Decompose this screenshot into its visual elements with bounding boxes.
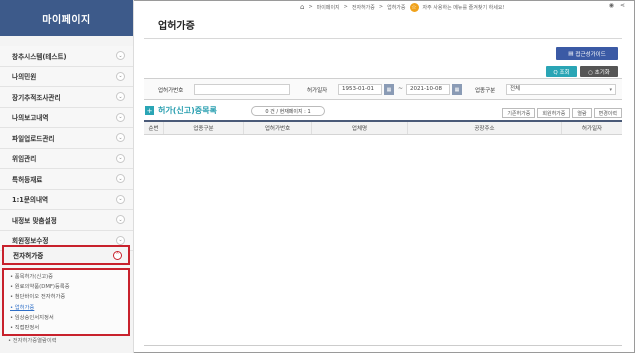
view-button[interactable]: 열람: [572, 108, 592, 118]
submenu-item[interactable]: • 품목허가(신고)증: [10, 272, 128, 282]
breadcrumb-separator: >: [378, 4, 384, 10]
chevron-down-icon: ⌄: [116, 51, 125, 61]
business-type-label: 업종구분: [475, 88, 496, 94]
column-header[interactable]: 공장주소: [408, 122, 562, 134]
permit-no-label: 업허가번호: [158, 88, 184, 94]
sidebar-item[interactable]: 나의보고내역 ⌄: [0, 107, 133, 128]
count-badge: 0 건 / 현재페이지 : 1: [251, 106, 325, 116]
member-permit-button[interactable]: 회원허가증: [537, 108, 571, 118]
sidebar-item-label: 장기추적조사관리: [12, 93, 61, 102]
date-to-input[interactable]: 2021-10-08: [406, 84, 450, 95]
top-right-icons: ◉ ⋖: [609, 2, 625, 9]
sidebar-item[interactable]: 장기추적조사관리 ⌄: [0, 87, 133, 108]
sidebar-submenu: • 품목허가(신고)증 • 원료의약품(DMF)등록증 • 첨단바이오 전자허가…: [2, 268, 130, 336]
column-header[interactable]: 업종구분: [164, 122, 244, 134]
breadcrumb-item[interactable]: 업허가증: [387, 4, 405, 11]
sidebar-gap: [0, 36, 133, 46]
date-from-input[interactable]: 1953-01-01: [338, 84, 382, 95]
calendar-icon[interactable]: ▦: [452, 84, 462, 95]
column-header[interactable]: 업체명: [312, 122, 408, 134]
sidebar-item[interactable]: 위임관리 ⌄: [0, 148, 133, 169]
breadcrumb-separator: >: [343, 4, 348, 10]
sidebar-title: 마이페이지: [0, 0, 133, 36]
submenu-item-current[interactable]: • 업허가증: [10, 303, 128, 313]
breadcrumb-item[interactable]: 마이페이지: [317, 4, 340, 11]
submenu-item[interactable]: • 첨단바이오 전자허가증: [10, 292, 128, 302]
chevron-down-icon: ⌄: [116, 194, 125, 204]
page-title: 업허가증: [158, 21, 195, 32]
chevron-down-icon: ⌄: [116, 153, 125, 163]
calendar-icon[interactable]: ▦: [384, 84, 394, 95]
submenu-item[interactable]: • 직접판정서: [10, 323, 128, 333]
sidebar-item-label: 나의보고내역: [12, 114, 49, 123]
sidebar-item-label: 내정보 맞춤설정: [12, 216, 57, 225]
sidebar-item-label: 회원정보수정: [12, 237, 49, 246]
submenu-item[interactable]: • 전자허가증열람이력: [8, 336, 57, 344]
business-type-select[interactable]: 전체 ▾: [506, 84, 616, 95]
sidebar-item[interactable]: 나의민원 ⌄: [0, 66, 133, 87]
accessibility-guide-label: 접근성가이드: [575, 51, 606, 58]
sidebar-item[interactable]: 파일업로드관리 ⌄: [0, 128, 133, 149]
home-icon[interactable]: ⌂: [300, 3, 304, 11]
divider: [144, 38, 622, 39]
chevron-down-icon: ⌄: [116, 215, 125, 225]
grid-header: 순번 업종구분 업허가번호 업체명 공장주소 허가일자: [144, 122, 622, 135]
list-action-buttons: 기존허가증 회원허가증 열람 변경이력: [502, 108, 622, 118]
column-header[interactable]: 순번: [144, 122, 164, 134]
accessibility-guide-button[interactable]: ▤ 접근성가이드: [556, 47, 618, 60]
eye-icon[interactable]: ◉: [609, 2, 614, 9]
sidebar-item[interactable]: 특허등재료 ⌄: [0, 169, 133, 190]
list-title: 허가(신고)증목록: [158, 106, 217, 115]
business-type-value: 전체: [510, 86, 521, 92]
share-icon[interactable]: ⋖: [620, 2, 625, 9]
data-grid: 순번 업종구분 업허가번호 업체명 공장주소 허가일자: [144, 120, 622, 346]
breadcrumb-separator: >: [308, 4, 313, 10]
chevron-down-icon: ⌄: [116, 92, 125, 102]
sidebar-item-label: 창추시스템(테스트): [12, 52, 67, 61]
sidebar-item-label: 1:1문의내역: [12, 196, 49, 205]
sidebar-item-active[interactable]: 전자허가증 ⌃: [2, 245, 130, 265]
favorite-hint: 자주 사용하는 메뉴를 즐겨찾기 하세요!: [422, 4, 505, 11]
date-label: 허가일자: [307, 88, 328, 94]
sidebar-item[interactable]: 1:1문의내역 ⌄: [0, 189, 133, 210]
search-button[interactable]: Q 조회: [546, 66, 577, 77]
sidebar-item-label: 특허등재료: [12, 175, 43, 184]
chevron-up-icon: ⌃: [113, 250, 122, 260]
submenu-item[interactable]: • 원료의약품(DMF)등록증: [10, 282, 128, 292]
chevron-down-icon: ⌄: [116, 174, 125, 184]
sidebar-item[interactable]: 창추시스템(테스트) ⌄: [0, 46, 133, 67]
change-history-button[interactable]: 변경이력: [593, 108, 622, 118]
plus-icon: +: [145, 106, 154, 115]
sidebar-item-label: 위임관리: [12, 155, 37, 164]
chevron-down-icon: ▾: [609, 87, 612, 93]
chevron-down-icon: ⌄: [116, 71, 125, 81]
document-icon: ▤: [568, 50, 574, 57]
chevron-down-icon: ⌄: [116, 235, 125, 245]
sidebar-item-label: 나의민원: [12, 73, 37, 82]
star-icon[interactable]: ☆: [409, 2, 419, 12]
old-permit-button[interactable]: 기존허가증: [502, 108, 536, 118]
permit-no-input[interactable]: [194, 84, 290, 95]
chevron-down-icon: ⌄: [116, 112, 125, 122]
chevron-down-icon: ⌄: [116, 133, 125, 143]
breadcrumb-item[interactable]: 전자허가증: [352, 4, 375, 11]
submenu-item[interactable]: • 임상승인서지정서: [10, 313, 128, 323]
sidebar-item-label: 전자허가증: [13, 252, 44, 260]
search-panel: 업허가번호 허가일자 1953-01-01 ▦ ~ 2021-10-08 ▦ 업…: [144, 78, 622, 100]
date-separator: ~: [398, 85, 404, 92]
breadcrumb: ⌂ > 마이페이지 > 전자허가증 > 업허가증 ☆ 자주 사용하는 메뉴를 즐…: [300, 1, 504, 13]
sidebar-item-label: 파일업로드관리: [12, 134, 55, 143]
column-header[interactable]: 업허가번호: [244, 122, 312, 134]
sidebar-item[interactable]: 내정보 맞춤설정 ⌄: [0, 210, 133, 231]
column-header[interactable]: 허가일자: [562, 122, 622, 134]
reset-button[interactable]: ○ 초기화: [580, 66, 618, 77]
